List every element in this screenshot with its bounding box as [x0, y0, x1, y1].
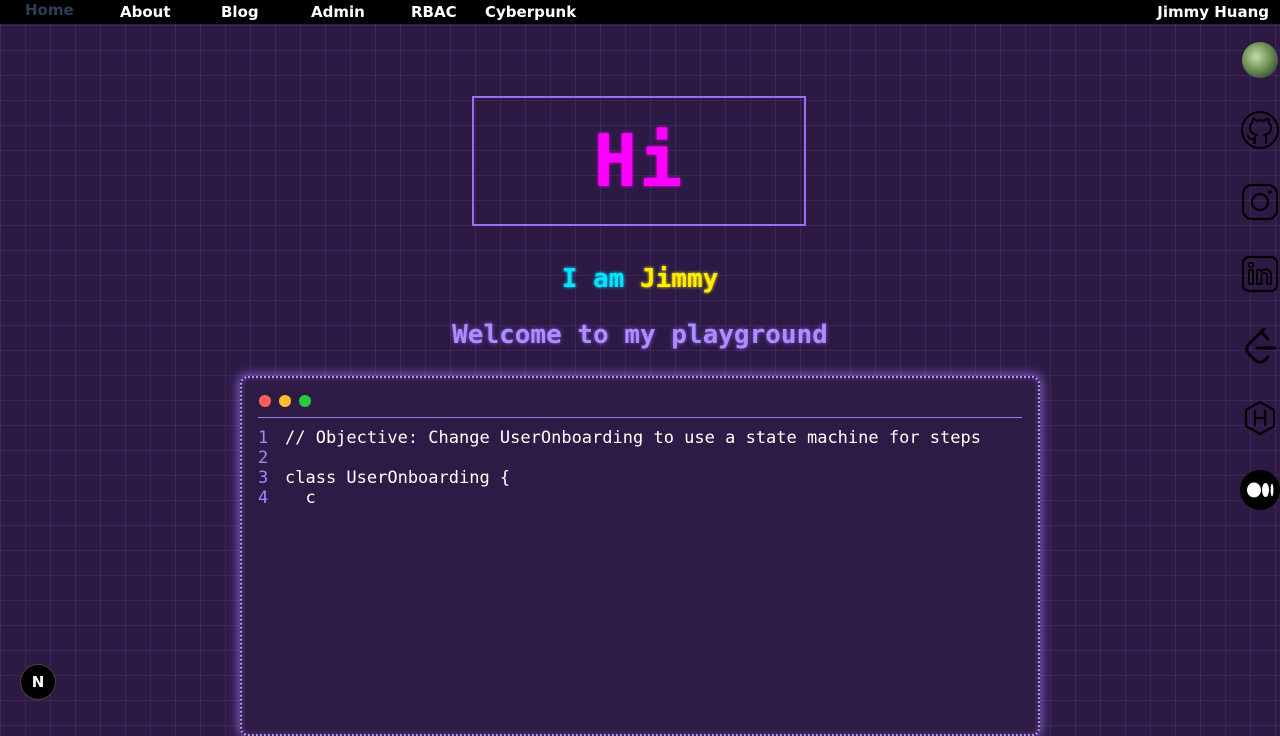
- intro-name: Jimmy: [640, 264, 719, 294]
- line-number: 3: [258, 468, 269, 488]
- minimize-dot: [279, 395, 291, 407]
- code-text: class UserOnboarding {: [285, 468, 511, 488]
- terminal-divider: [258, 417, 1022, 418]
- avatar-icon[interactable]: [1242, 42, 1278, 78]
- line-number: 2: [258, 448, 269, 468]
- line-number: 4: [258, 488, 269, 508]
- nav-cyberpunk[interactable]: Cyberpunk: [485, 0, 576, 24]
- greeting-text: Hi: [593, 119, 685, 203]
- code-text: c: [285, 488, 316, 508]
- code-block: 1 // Objective: Change UserOnboarding to …: [258, 428, 981, 508]
- nav-home[interactable]: Home: [25, 0, 74, 22]
- code-text: // Objective: Change UserOnboarding to u…: [285, 428, 981, 448]
- top-navbar: Home About Blog Admin RBAC Cyberpunk Jim…: [0, 0, 1280, 24]
- code-line: 3 class UserOnboarding {: [258, 468, 981, 488]
- badge-label: N: [31, 673, 45, 691]
- intro-text: I am: [561, 264, 625, 294]
- code-line: 1 // Objective: Change UserOnboarding to …: [258, 428, 981, 448]
- github-icon[interactable]: [1240, 110, 1280, 150]
- code-line: 2: [258, 448, 981, 468]
- next-dev-badge[interactable]: N: [20, 664, 56, 700]
- nav-admin[interactable]: Admin: [311, 0, 365, 24]
- maximize-dot: [299, 395, 311, 407]
- hackerrank-icon[interactable]: [1240, 398, 1280, 438]
- line-number: 1: [258, 428, 269, 448]
- nav-rbac[interactable]: RBAC: [411, 0, 457, 24]
- code-line: 4 c: [258, 488, 981, 508]
- close-dot: [259, 395, 271, 407]
- greeting-box: Hi: [472, 96, 806, 226]
- code-terminal: 1 // Objective: Change UserOnboarding to …: [240, 376, 1040, 736]
- nav-about[interactable]: About: [120, 0, 171, 24]
- nav-blog[interactable]: Blog: [221, 0, 259, 24]
- window-controls: [259, 395, 311, 408]
- intro-line: I am Jimmy: [0, 264, 1280, 294]
- instagram-icon[interactable]: [1240, 182, 1280, 222]
- user-name[interactable]: Jimmy Huang: [1157, 0, 1269, 24]
- linkedin-icon[interactable]: [1240, 254, 1280, 294]
- medium-icon[interactable]: [1240, 470, 1280, 510]
- welcome-text: Welcome to my playground: [452, 320, 828, 350]
- leetcode-icon[interactable]: [1240, 326, 1280, 366]
